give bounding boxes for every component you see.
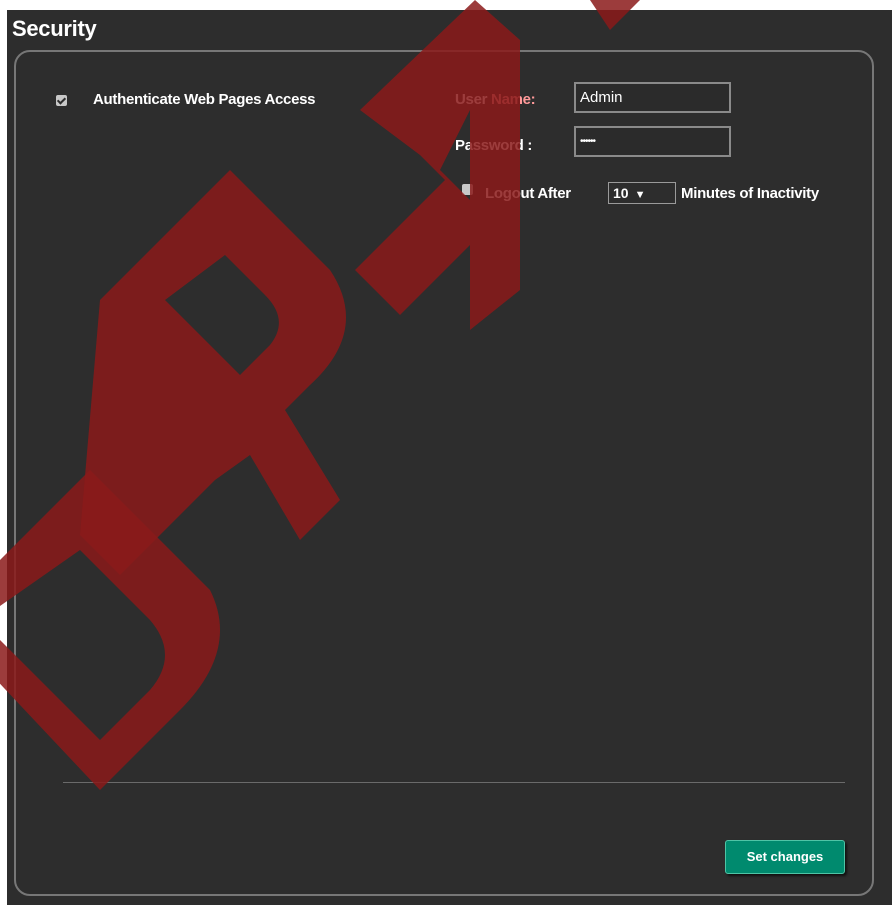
user-name-field[interactable]: Admin [574, 82, 731, 113]
authenticate-label: Authenticate Web Pages Access [93, 91, 316, 108]
name-label-word: Name: [491, 91, 536, 108]
page-title: Security [12, 16, 97, 41]
user-label-word: User [455, 91, 488, 108]
logout-label: Logout After [485, 185, 571, 202]
logout-minutes-select[interactable]: 10 ▼ [608, 182, 676, 204]
dropdown-arrow-icon: ▼ [634, 189, 646, 201]
set-changes-button[interactable]: Set changes [725, 840, 845, 874]
password-label: Password : [455, 137, 533, 154]
logout-suffix-label: Minutes of Inactivity [681, 185, 819, 202]
logout-minutes-value: 10 [613, 185, 629, 201]
authenticate-checkbox[interactable] [56, 95, 67, 106]
user-name-label: User Name: [455, 91, 536, 108]
password-field[interactable]: •••••• [574, 126, 731, 157]
logout-checkbox[interactable] [462, 184, 473, 195]
security-panel [14, 50, 874, 896]
divider [63, 782, 845, 783]
